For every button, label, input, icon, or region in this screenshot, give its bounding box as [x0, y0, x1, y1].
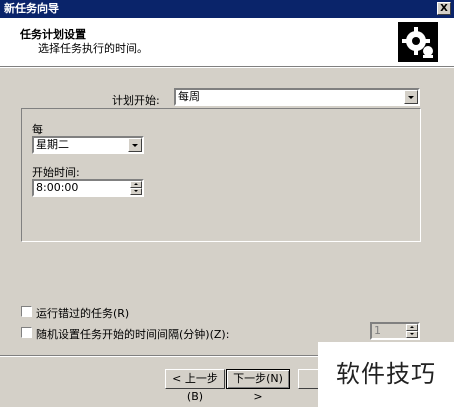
start-time-value: 8:00:00 [36, 181, 79, 194]
header-separator [0, 67, 454, 68]
random-delay-value: 1 [374, 324, 381, 337]
back-button[interactable]: < 上一步(B) [165, 369, 225, 403]
weekday-dropdown[interactable]: 星期二 [32, 136, 144, 154]
close-button[interactable]: X [437, 2, 451, 15]
start-time-spin-buttons[interactable] [130, 181, 142, 195]
spin-down-icon[interactable] [406, 331, 418, 338]
run-missed-checkbox[interactable] [21, 306, 32, 317]
title-bar: 新任务向导 X [0, 0, 454, 18]
spin-up-icon[interactable] [406, 324, 418, 331]
schedule-start-value: 每周 [178, 90, 200, 103]
wizard-header: 任务计划设置 选择任务执行的时间。 [0, 18, 454, 67]
random-delay-spinner[interactable]: 1 [370, 322, 420, 340]
run-missed-label: 运行错过的任务(R) [36, 307, 130, 320]
header-subtitle: 选择任务执行的时间。 [38, 42, 148, 55]
schedule-start-dropdown[interactable]: 每周 [174, 88, 420, 106]
schedule-start-label: 计划开始: [112, 94, 160, 107]
chevron-down-icon[interactable] [128, 138, 142, 152]
close-icon: X [440, 3, 448, 14]
watermark-text: 软件技巧 [318, 342, 454, 407]
random-delay-checkbox[interactable] [21, 327, 32, 338]
start-time-label: 开始时间: [32, 166, 80, 179]
random-delay-label: 随机设置任务开始的时间间隔(分钟)(Z): [36, 328, 230, 341]
every-label: 每 [32, 123, 43, 136]
chevron-down-icon[interactable] [404, 90, 418, 104]
weekday-value: 星期二 [36, 138, 69, 151]
next-button[interactable]: 下一步(N) > [226, 369, 290, 403]
task-gear-icon [398, 22, 438, 62]
schedule-groupbox: 每 星期二 开始时间: 8:00:00 [21, 108, 421, 242]
spin-up-icon[interactable] [130, 181, 142, 188]
start-time-spinner[interactable]: 8:00:00 [32, 179, 144, 197]
spin-down-icon[interactable] [130, 188, 142, 195]
random-delay-spin-buttons[interactable] [406, 324, 418, 338]
window-title: 新任务向导 [4, 2, 59, 15]
